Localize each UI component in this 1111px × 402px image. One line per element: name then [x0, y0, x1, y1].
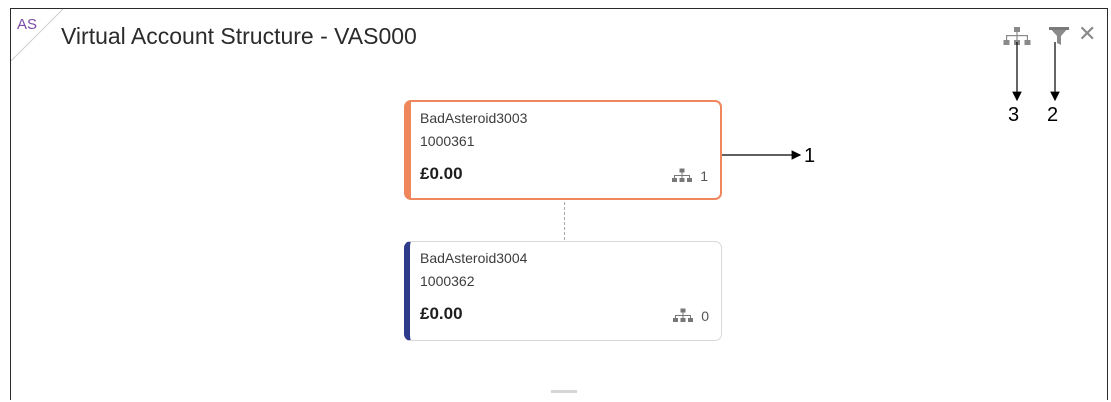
hierarchy-icon[interactable]: [1003, 26, 1031, 48]
window-frame: AS Virtual Account Structure - VAS000 ✕ …: [10, 8, 1108, 400]
account-name: BadAsteroid3004: [420, 250, 528, 266]
annotation-label: 3: [1008, 104, 1020, 126]
annotation-label: 1: [804, 145, 816, 167]
hierarchy-icon: [672, 168, 693, 182]
account-number: 1000362: [420, 273, 475, 289]
child-count[interactable]: 1: [672, 168, 708, 184]
hierarchy-icon: [673, 308, 694, 322]
annotation-label: 2: [1047, 104, 1059, 126]
child-count[interactable]: 0: [673, 308, 709, 324]
account-balance: £0.00: [420, 304, 463, 323]
child-count-value: 1: [700, 168, 708, 184]
account-node[interactable]: BadAsteroid3004 1000362 £0.00 0: [404, 241, 722, 341]
node-connector: [564, 202, 565, 240]
child-count-value: 0: [701, 308, 709, 324]
scroll-handle[interactable]: [551, 390, 577, 393]
corner-badge: AS: [10, 8, 64, 62]
filter-icon[interactable]: [1047, 24, 1071, 48]
close-icon[interactable]: ✕: [1078, 22, 1096, 46]
corner-badge-text: AS: [17, 16, 38, 33]
account-balance: £0.00: [420, 164, 463, 183]
account-node-selected[interactable]: BadAsteroid3003 1000361 £0.00 1: [404, 100, 722, 200]
account-number: 1000361: [420, 133, 475, 149]
page-title: Virtual Account Structure - VAS000: [61, 23, 417, 49]
account-name: BadAsteroid3003: [420, 110, 528, 126]
